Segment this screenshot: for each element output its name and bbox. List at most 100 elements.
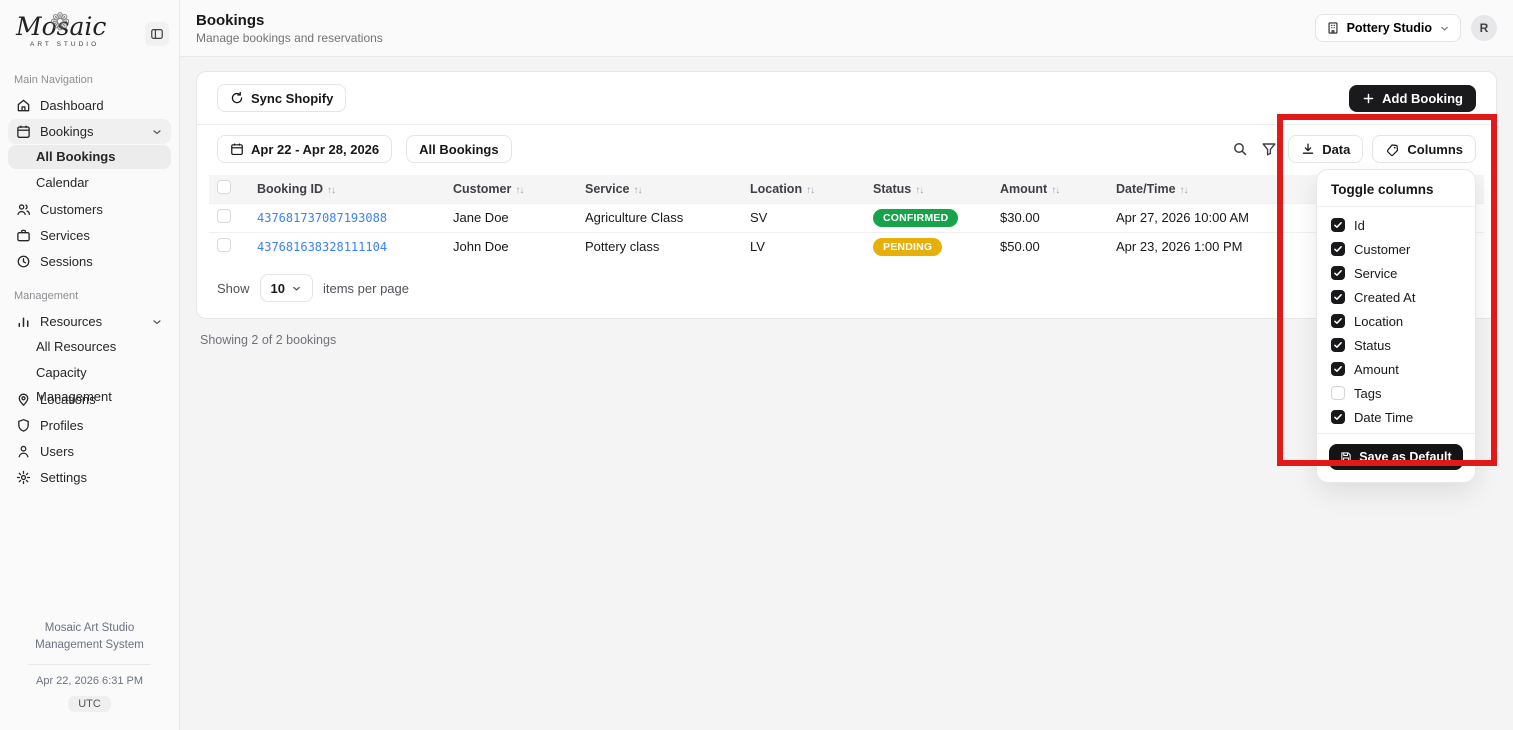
building-icon bbox=[1326, 21, 1340, 35]
toggle-column-status[interactable]: Status bbox=[1317, 333, 1475, 357]
column-header-customer[interactable]: Customer↑↓ bbox=[445, 175, 577, 203]
booking-id-link[interactable]: 437681737087193088 bbox=[257, 211, 387, 225]
sidebar-collapse-button[interactable] bbox=[145, 22, 169, 46]
save-icon bbox=[1340, 451, 1352, 463]
sidebar-item-users[interactable]: Users bbox=[8, 439, 171, 464]
main-area: Bookings Manage bookings and reservation… bbox=[180, 0, 1513, 730]
download-icon bbox=[1301, 142, 1315, 156]
app-logo: ❁ Mosaic ART STUDIO bbox=[16, 14, 106, 48]
add-booking-button[interactable]: Add Booking bbox=[1349, 85, 1476, 112]
checkbox-icon[interactable] bbox=[1331, 362, 1345, 376]
checkbox-icon[interactable] bbox=[1331, 314, 1345, 328]
column-header-location[interactable]: Location↑↓ bbox=[742, 175, 865, 203]
sidebar-item-all-resources[interactable]: All Resources bbox=[8, 335, 171, 359]
toggle-column-created-at[interactable]: Created At bbox=[1317, 285, 1475, 309]
user-icon bbox=[16, 444, 31, 459]
footer-app-desc: Management System bbox=[14, 637, 165, 654]
sidebar: ❁ Mosaic ART STUDIO Main Navigation Dash… bbox=[0, 0, 180, 730]
toggle-column-date-time[interactable]: Date Time bbox=[1317, 405, 1475, 429]
sync-shopify-button[interactable]: Sync Shopify bbox=[217, 84, 346, 112]
chevron-down-icon bbox=[151, 316, 163, 328]
toggle-column-location[interactable]: Location bbox=[1317, 309, 1475, 333]
funnel-icon bbox=[1261, 141, 1277, 157]
select-all-checkbox[interactable] bbox=[217, 180, 231, 194]
sidebar-item-settings[interactable]: Settings bbox=[8, 465, 171, 490]
chevron-down-icon bbox=[291, 283, 302, 294]
checkbox-icon[interactable] bbox=[1331, 266, 1345, 280]
org-switcher-button[interactable]: Pottery Studio bbox=[1315, 14, 1461, 42]
sort-icon[interactable]: ↑↓ bbox=[915, 185, 923, 196]
table-toolbar: Data Columns Toggle columns bbox=[1230, 135, 1476, 163]
toggle-column-amount[interactable]: Amount bbox=[1317, 357, 1475, 381]
page-title: Bookings bbox=[196, 12, 383, 29]
search-button[interactable] bbox=[1230, 139, 1250, 159]
checkbox-icon[interactable] bbox=[1331, 338, 1345, 352]
service-cell: Pottery class bbox=[577, 232, 742, 261]
customer-cell: Jane Doe bbox=[445, 203, 577, 232]
column-header-booking-id[interactable]: Booking ID↑↓ bbox=[249, 175, 445, 203]
users-icon bbox=[16, 202, 31, 217]
checkbox-icon[interactable] bbox=[1331, 242, 1345, 256]
sidebar-item-all-bookings[interactable]: All Bookings bbox=[8, 145, 171, 169]
toggle-column-customer[interactable]: Customer bbox=[1317, 237, 1475, 261]
sidebar-item-capacity-management[interactable]: Capacity Management bbox=[8, 361, 171, 385]
filters-row: Apr 22 - Apr 28, 2026 All Bookings bbox=[197, 125, 1496, 173]
page-header: Bookings Manage bookings and reservation… bbox=[180, 0, 1513, 57]
calendar-icon bbox=[230, 142, 244, 156]
menu-options: Id Customer Service bbox=[1317, 207, 1475, 433]
home-icon bbox=[16, 98, 31, 113]
sidebar-footer: Mosaic Art Studio Management System Apr … bbox=[0, 620, 179, 730]
amount-cell: $50.00 bbox=[992, 232, 1108, 261]
save-as-default-button[interactable]: Save as Default bbox=[1329, 444, 1463, 470]
sidebar-item-resources[interactable]: Resources bbox=[8, 309, 171, 334]
sort-icon[interactable]: ↑↓ bbox=[1051, 185, 1059, 196]
main-navigation: Main Navigation Dashboard Bookings All B… bbox=[0, 54, 179, 491]
status-badge: PENDING bbox=[873, 238, 942, 256]
sort-icon[interactable]: ↑↓ bbox=[515, 185, 523, 196]
page-size-select[interactable]: 10 bbox=[260, 274, 313, 302]
user-avatar[interactable]: R bbox=[1471, 15, 1497, 41]
bookings-filter-button[interactable]: All Bookings bbox=[406, 135, 511, 163]
sort-icon[interactable]: ↑↓ bbox=[1180, 185, 1188, 196]
sidebar-item-profiles[interactable]: Profiles bbox=[8, 413, 171, 438]
row-checkbox[interactable] bbox=[217, 238, 231, 252]
filter-button[interactable] bbox=[1259, 139, 1279, 159]
toggle-column-tags[interactable]: Tags bbox=[1317, 381, 1475, 405]
booking-id-link[interactable]: 437681638328111104 bbox=[257, 240, 387, 254]
sidebar-item-bookings[interactable]: Bookings bbox=[8, 119, 171, 144]
tags-icon bbox=[1385, 142, 1400, 157]
toggle-column-service[interactable]: Service bbox=[1317, 261, 1475, 285]
table-row: 437681638328111104 John Doe Pottery clas… bbox=[209, 232, 1484, 261]
date-range-button[interactable]: Apr 22 - Apr 28, 2026 bbox=[217, 135, 392, 163]
checkbox-icon[interactable] bbox=[1331, 290, 1345, 304]
sidebar-item-services[interactable]: Services bbox=[8, 223, 171, 248]
checkbox-icon[interactable] bbox=[1331, 386, 1345, 400]
row-checkbox[interactable] bbox=[217, 209, 231, 223]
sidebar-item-calendar[interactable]: Calendar bbox=[8, 171, 171, 195]
panel-icon bbox=[150, 27, 164, 41]
checkbox-icon[interactable] bbox=[1331, 218, 1345, 232]
table-header-row: Booking ID↑↓ Customer↑↓ Service↑↓ Locati… bbox=[209, 175, 1484, 203]
bar-chart-icon bbox=[16, 314, 31, 329]
column-header-amount[interactable]: Amount↑↓ bbox=[992, 175, 1108, 203]
shield-icon bbox=[16, 418, 31, 433]
logo-subtitle: ART STUDIO bbox=[30, 41, 106, 48]
content-area: Sync Shopify Add Booking Apr 22 - Apr 28… bbox=[180, 57, 1513, 347]
toggle-columns-menu: Toggle columns Id Customer bbox=[1316, 169, 1476, 483]
sort-icon[interactable]: ↑↓ bbox=[806, 185, 814, 196]
toggle-column-id[interactable]: Id bbox=[1317, 213, 1475, 237]
checkbox-icon[interactable] bbox=[1331, 410, 1345, 424]
data-export-button[interactable]: Data bbox=[1288, 135, 1363, 163]
sort-icon[interactable]: ↑↓ bbox=[327, 185, 335, 196]
columns-anchor: Columns Toggle columns Id bbox=[1372, 135, 1476, 163]
sidebar-item-sessions[interactable]: Sessions bbox=[8, 249, 171, 274]
sort-icon[interactable]: ↑↓ bbox=[633, 185, 641, 196]
sidebar-item-customers[interactable]: Customers bbox=[8, 197, 171, 222]
page-heading: Bookings Manage bookings and reservation… bbox=[196, 12, 383, 45]
sidebar-item-dashboard[interactable]: Dashboard bbox=[8, 93, 171, 118]
column-header-service[interactable]: Service↑↓ bbox=[577, 175, 742, 203]
columns-button[interactable]: Columns bbox=[1372, 135, 1476, 163]
briefcase-icon bbox=[16, 228, 31, 243]
column-header-status[interactable]: Status↑↓ bbox=[865, 175, 992, 203]
nav-section-label: Main Navigation bbox=[14, 74, 165, 86]
